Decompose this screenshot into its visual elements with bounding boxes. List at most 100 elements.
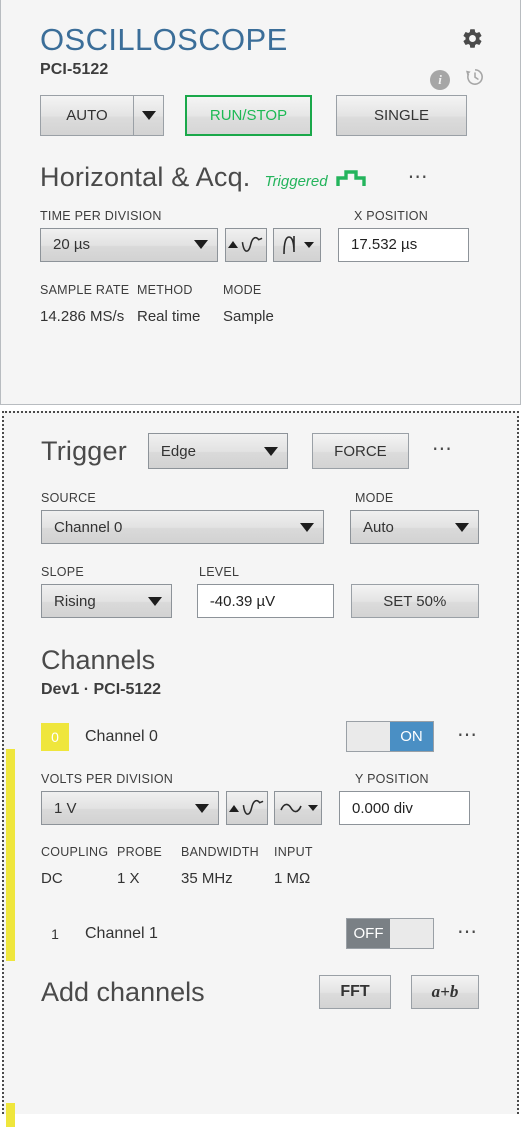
toggle-track-right xyxy=(390,919,433,948)
trigger-slope-label: SLOPE xyxy=(41,565,84,579)
sample-rate-value: 14.286 MS/s xyxy=(40,307,125,325)
channels-device-line: Dev1 · PCI-5122 xyxy=(41,681,162,698)
channel0-accent-stripe xyxy=(6,749,15,961)
auto-dropdown-button[interactable] xyxy=(133,94,164,136)
channel1-badge: 1 xyxy=(51,925,59,942)
channel0-row: 0 Channel 0 ON ⋯ xyxy=(41,721,479,752)
chevron-down-icon xyxy=(263,446,278,456)
trigger-mode-value: Auto xyxy=(363,518,394,536)
header-secondary-icons: i xyxy=(430,66,486,93)
trigger-slope-value: Rising xyxy=(54,592,96,610)
input-label: INPUT xyxy=(274,845,313,859)
section-title-horizontal: Horizontal & Acq. xyxy=(40,161,251,192)
info-icon[interactable]: i xyxy=(430,69,450,90)
page-title: OSCILLOSCOPE xyxy=(40,22,288,57)
channel0-autoscale-button[interactable] xyxy=(226,791,268,825)
sample-rate-label: SAMPLE RATE xyxy=(40,282,130,297)
trigger-pulse-icon xyxy=(335,169,366,193)
triangle-up-icon xyxy=(229,804,239,812)
acquisition-readout-headers: SAMPLE RATE METHOD MODE xyxy=(40,283,482,297)
channel0-readout-values: DC 1 X 35 MHz 1 MΩ xyxy=(41,870,479,887)
coupling-label: COUPLING xyxy=(41,845,109,859)
triangle-up-icon xyxy=(228,241,238,249)
bandwidth-value: 35 MHz xyxy=(181,870,233,887)
chevron-down-icon xyxy=(455,522,469,532)
gear-icon[interactable] xyxy=(461,27,484,55)
section-title-trigger: Trigger xyxy=(41,435,127,466)
bandwidth-label: BANDWIDTH xyxy=(181,845,259,859)
trigger-section-header: Trigger Edge FORCE ⋯ xyxy=(41,433,479,469)
chevron-down-icon xyxy=(147,596,162,606)
channel-accent-stripe-bottom xyxy=(6,1103,15,1127)
probe-label: PROBE xyxy=(117,845,163,859)
add-channels-row: Add channels FFT a+b xyxy=(41,975,479,1009)
channel1-overflow-menu[interactable]: ⋯ xyxy=(457,922,479,942)
autoscale-wave-icon-button[interactable] xyxy=(225,227,267,262)
volts-per-division-select[interactable]: 1 V xyxy=(41,791,219,825)
flat-wave-icon xyxy=(279,803,302,813)
trigger-source-select[interactable]: Channel 0 xyxy=(41,510,325,544)
channel1-enable-toggle[interactable]: OFF xyxy=(346,918,434,949)
trigger-type-value: Edge xyxy=(160,442,196,460)
channel0-waveform-dropdown-button[interactable] xyxy=(274,791,322,825)
trigger-mode-select[interactable]: Auto xyxy=(350,510,479,544)
set-50-percent-button[interactable]: SET 50% xyxy=(350,584,479,618)
trigger-source-label: SOURCE xyxy=(41,491,96,505)
chevron-down-icon xyxy=(194,240,208,250)
mode-value: Sample xyxy=(223,307,274,325)
input-value: 1 MΩ xyxy=(274,870,311,887)
horizontal-acquisition-panel: i OSCILLOSCOPE PCI-5122 AUTO RUN/STOP SI… xyxy=(0,0,521,405)
channel1-row: 1 Channel 1 OFF ⋯ xyxy=(41,918,479,949)
channel0-name: Channel 0 xyxy=(85,727,158,745)
channel0-enable-toggle[interactable]: ON xyxy=(346,721,434,752)
y-position-input[interactable]: 0.000 div xyxy=(339,791,470,825)
acquisition-readout-values: 14.286 MS/s Real time Sample xyxy=(40,308,482,325)
x-position-label: X POSITION xyxy=(354,208,429,223)
time-per-division-value: 20 µs xyxy=(53,236,90,254)
y-position-label: Y POSITION xyxy=(355,772,429,786)
chevron-down-icon xyxy=(141,110,156,120)
chevron-down-icon xyxy=(195,803,209,813)
channel0-badge: 0 xyxy=(41,722,69,751)
coupling-value: DC xyxy=(41,870,63,887)
method-value: Real time xyxy=(137,307,201,325)
steep-wave-icon xyxy=(282,235,295,254)
force-trigger-button[interactable]: FORCE xyxy=(311,433,409,469)
history-icon[interactable] xyxy=(464,66,486,93)
channel1-toggle-state: OFF xyxy=(347,919,390,948)
autoscale-wave-icon xyxy=(241,236,263,252)
auto-button[interactable]: AUTO xyxy=(40,94,133,136)
add-channels-title: Add channels xyxy=(41,976,205,1007)
add-ab-button[interactable]: a+b xyxy=(411,975,479,1009)
mode-label: MODE xyxy=(223,282,262,297)
section-title-channels: Channels xyxy=(41,645,156,675)
x-position-input[interactable]: 17.532 µs xyxy=(338,227,469,262)
channel0-overflow-menu[interactable]: ⋯ xyxy=(457,725,479,745)
trigger-level-input[interactable]: -40.39 µV xyxy=(196,584,334,618)
volts-per-division-label: VOLTS PER DIVISION xyxy=(41,772,174,786)
volts-per-division-value: 1 V xyxy=(54,799,77,817)
time-per-division-select[interactable]: 20 µs xyxy=(40,227,218,262)
trigger-slope-select[interactable]: Rising xyxy=(41,584,172,618)
trigger-overflow-menu[interactable]: ⋯ xyxy=(432,439,454,459)
acquisition-toolbar: AUTO RUN/STOP SINGLE xyxy=(40,94,482,136)
trigger-mode-label: MODE xyxy=(355,491,394,505)
channel0-readout-headers: COUPLING PROBE BANDWIDTH INPUT xyxy=(41,845,479,859)
trigger-type-select[interactable]: Edge xyxy=(147,433,288,469)
single-button[interactable]: SINGLE xyxy=(336,94,467,136)
time-per-division-label: TIME PER DIVISION xyxy=(40,208,162,223)
channel0-toggle-state: ON xyxy=(390,722,433,751)
device-model-label: PCI-5122 xyxy=(40,60,109,78)
header-icon-group xyxy=(461,27,484,55)
autoscale-wave-icon xyxy=(242,799,264,815)
probe-value: 1 X xyxy=(117,870,140,887)
horizontal-overflow-menu[interactable]: ⋯ xyxy=(408,167,430,187)
fft-button[interactable]: FFT xyxy=(319,975,391,1009)
toggle-track-left xyxy=(347,722,390,751)
chevron-down-icon xyxy=(300,522,315,532)
horizontal-section-header: Horizontal & Acq. Triggered ⋯ xyxy=(40,162,482,193)
run-stop-button[interactable]: RUN/STOP xyxy=(185,94,312,136)
waveform-shape-dropdown-button[interactable] xyxy=(273,227,321,262)
trigger-channels-panel: Trigger Edge FORCE ⋯ SOURCE MODE Channel… xyxy=(2,411,519,1127)
trigger-level-label: LEVEL xyxy=(199,565,240,579)
